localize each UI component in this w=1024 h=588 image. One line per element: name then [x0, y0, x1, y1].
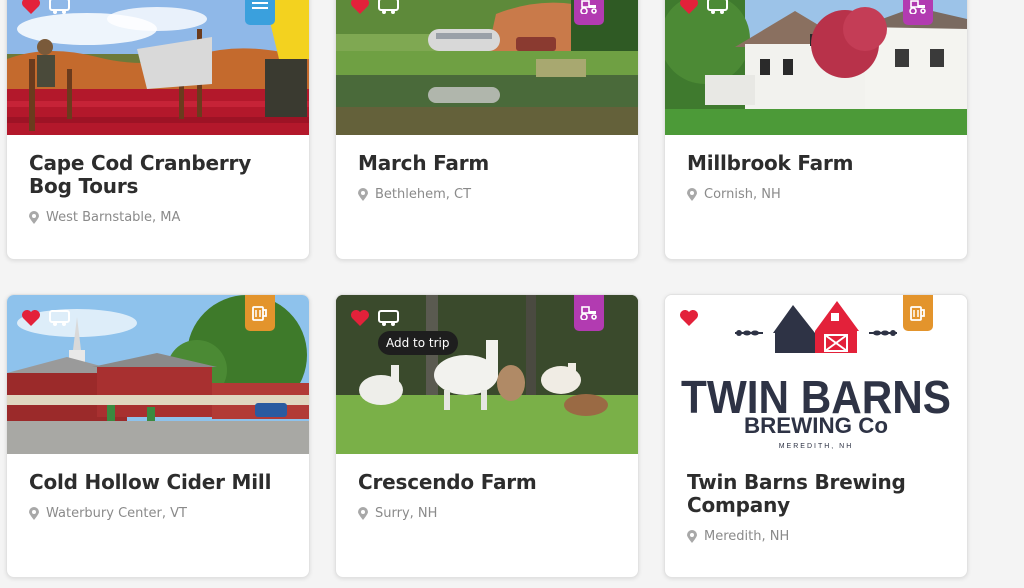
listing-title[interactable]: Cape Cod Cranberry Bog Tours [29, 152, 287, 198]
location-text: Waterbury Center, VT [46, 506, 187, 521]
logo-line-2: BREWING Co [744, 413, 888, 438]
listing-location: Bethlehem, CT [358, 187, 616, 202]
listing-card[interactable]: Add to trip Crescendo Farm Surry, NH [335, 294, 639, 578]
map-pin-icon [687, 530, 697, 543]
listing-card[interactable]: Millbrook Farm Cornish, NH [664, 0, 968, 260]
beer-mug-icon [910, 306, 925, 321]
category-badge [903, 295, 933, 331]
listing-location: Meredith, NH [687, 529, 945, 544]
listing-location: Surry, NH [358, 506, 616, 521]
location-text: Meredith, NH [704, 529, 790, 544]
favorite-heart-icon[interactable] [350, 0, 370, 20]
category-badge [574, 295, 604, 331]
rv-icon[interactable] [49, 0, 71, 20]
wheat-left-icon [735, 330, 763, 336]
listing-title[interactable]: Millbrook Farm [687, 152, 945, 175]
map-pin-icon [358, 188, 368, 201]
map-pin-icon [687, 188, 697, 201]
favorite-heart-icon[interactable] [679, 0, 699, 20]
listing-card[interactable]: TWIN BARNS BREWING Co MEREDITH, NH Twin … [664, 294, 968, 578]
listing-title[interactable]: March Farm [358, 152, 616, 175]
beer-mug-icon [252, 306, 267, 321]
listing-location: Cornish, NH [687, 187, 945, 202]
map-pin-icon [29, 211, 39, 224]
category-badge [903, 0, 933, 25]
listing-title[interactable]: Cold Hollow Cider Mill [29, 471, 287, 494]
listing-title[interactable]: Crescendo Farm [358, 471, 616, 494]
tractor-icon [580, 306, 597, 320]
category-badge [574, 0, 604, 25]
tractor-icon [580, 0, 597, 14]
location-text: Surry, NH [375, 506, 438, 521]
add-to-trip-tooltip: Add to trip [378, 331, 458, 355]
category-badge [245, 0, 275, 25]
rv-icon[interactable] [49, 309, 71, 332]
map-pin-icon [358, 507, 368, 520]
logo-line-3: MEREDITH, NH [779, 443, 854, 450]
listing-card[interactable]: Cape Cod Cranberry Bog Tours West Barnst… [6, 0, 310, 260]
location-text: West Barnstable, MA [46, 210, 181, 225]
rv-icon[interactable] [707, 0, 729, 20]
wheat-right-icon [869, 330, 897, 336]
listing-card[interactable]: March Farm Bethlehem, CT [335, 0, 639, 260]
favorite-heart-icon[interactable] [21, 0, 41, 20]
location-text: Bethlehem, CT [375, 187, 472, 202]
rv-icon[interactable] [378, 0, 400, 20]
favorite-heart-icon[interactable] [350, 309, 370, 332]
listing-location: West Barnstable, MA [29, 210, 287, 225]
location-text: Cornish, NH [704, 187, 781, 202]
tractor-icon [909, 0, 926, 14]
listing-title[interactable]: Twin Barns Brewing Company [687, 471, 945, 517]
category-badge [245, 295, 275, 331]
rv-icon[interactable] [378, 309, 400, 332]
listing-location: Waterbury Center, VT [29, 506, 287, 521]
favorite-heart-icon[interactable] [21, 309, 41, 332]
listing-card[interactable]: Cold Hollow Cider Mill Waterbury Center,… [6, 294, 310, 578]
menu-icon [252, 2, 268, 9]
favorite-heart-icon[interactable] [679, 309, 699, 332]
map-pin-icon [29, 507, 39, 520]
